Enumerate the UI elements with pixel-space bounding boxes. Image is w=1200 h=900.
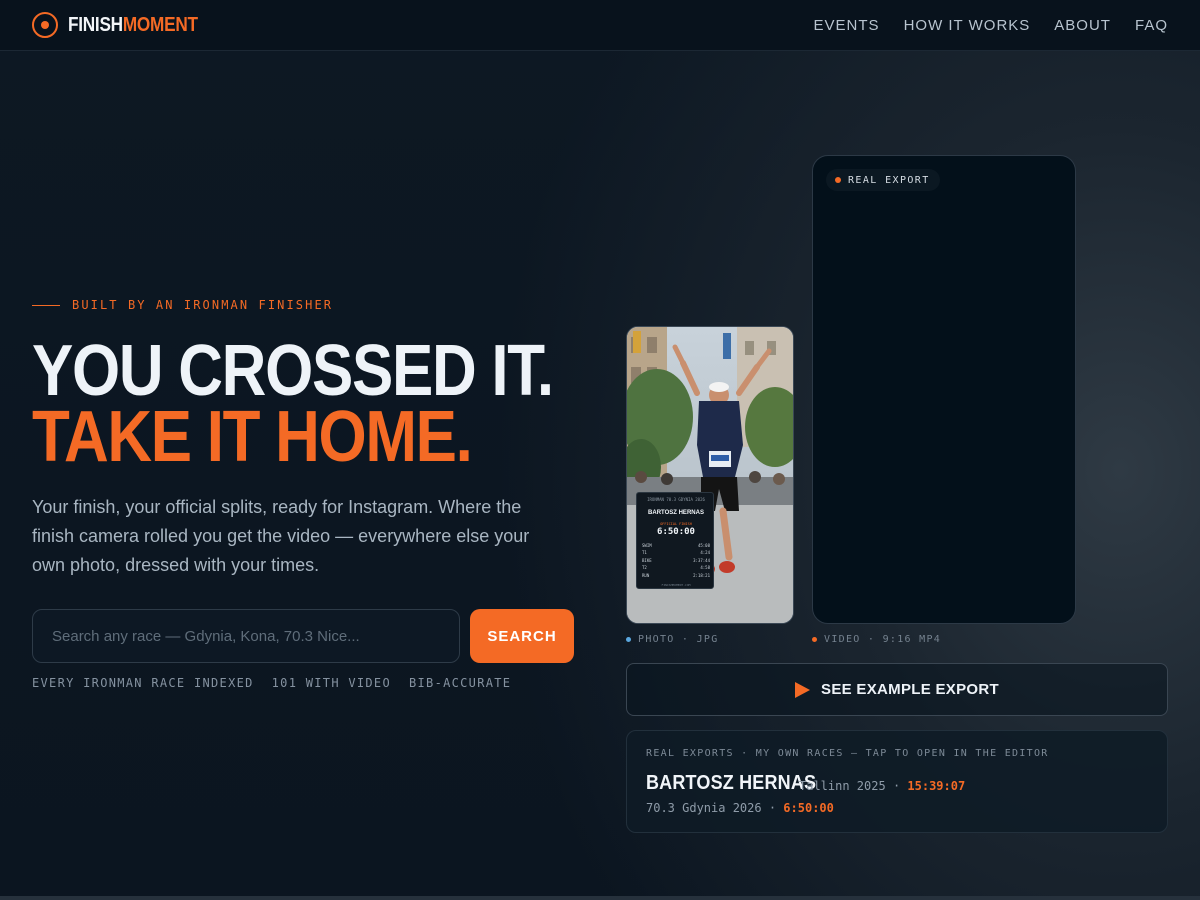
brand-name-part1: FINISH	[68, 13, 123, 36]
race-search-box	[32, 609, 460, 663]
export-separator: ·	[892, 779, 901, 793]
split-leg: RUN	[642, 572, 650, 578]
headline-line-2: TAKE IT HOME.	[32, 397, 473, 477]
split-leg: BIKE	[642, 557, 652, 563]
overlay-footer: FINISHMOMENT.COM	[661, 583, 691, 587]
split-row: RUN 2:18:21	[642, 573, 710, 580]
stat-indexed: EVERY IRONMAN RACE INDEXED	[32, 676, 254, 690]
nav-how-it-works[interactable]: HOW IT WORKS	[904, 17, 1031, 34]
overlay-splits: SWIM 45:08 T1 4:24 BIKE 3:37:44 T2 4:58 RUN 2…	[642, 543, 710, 580]
split-row: T1 4:24	[642, 550, 710, 557]
exports-athlete-name: BARTOSZ HERNAS	[646, 772, 817, 794]
top-navigation-bar: FINISHMOMENT EVENTS HOW IT WORKS ABOUT F…	[0, 0, 1200, 51]
see-example-export-button[interactable]: SEE EXAMPLE EXPORT	[626, 663, 1168, 716]
overlay-race-title: IRONMAN 70.3 GDYNIA 2026	[647, 497, 705, 502]
split-time: 45:08	[697, 543, 710, 548]
export-time: 15:39:07	[907, 779, 966, 793]
export-race: Tallinn 2025	[799, 779, 886, 793]
export-entry-gdynia[interactable]: 70.3 Gdynia 2026 · 6:50:00	[646, 801, 834, 815]
split-time: 3:37:44	[693, 557, 710, 563]
nav-about[interactable]: ABOUT	[1054, 17, 1111, 34]
export-race: 70.3 Gdynia 2026	[646, 801, 762, 815]
eyebrow-rule	[32, 304, 60, 306]
headline-line-1: YOU CROSSED IT.	[32, 331, 554, 411]
video-export-preview[interactable]	[812, 155, 1076, 624]
real-exports-card[interactable]: REAL EXPORTS · MY OWN RACES — TAP TO OPE…	[626, 730, 1168, 833]
example-button-label: SEE EXAMPLE EXPORT	[821, 681, 999, 698]
overlay-finish-label: OFFICIAL FINISH	[660, 522, 692, 526]
hero-description: Your finish, your official splits, ready…	[32, 497, 530, 575]
photo-dot-icon	[626, 637, 631, 642]
export-separator: ·	[768, 801, 777, 815]
nav-faq[interactable]: FAQ	[1135, 17, 1168, 34]
split-row: BIKE 3:37:44	[642, 558, 710, 565]
photo-export-preview[interactable]: IRONMAN 70.3 GDYNIA 2026 BARTOSZ HERNAS …	[626, 326, 794, 624]
search-button[interactable]: SEARCH	[470, 609, 574, 663]
split-leg: T1	[642, 550, 647, 556]
split-leg: T2	[642, 565, 647, 571]
real-export-badge: REAL EXPORT	[826, 169, 940, 191]
play-icon	[795, 681, 811, 698]
stat-bib-accurate: BIB-ACCURATE	[409, 676, 512, 690]
hero-headline: YOU CROSSED IT. TAKE IT HOME.	[32, 331, 554, 477]
split-row: SWIM 45:08	[642, 543, 710, 550]
target-icon	[32, 12, 58, 38]
stat-video: 101 WITH VIDEO	[271, 676, 391, 690]
brand-logo[interactable]: FINISHMOMENT	[32, 12, 219, 38]
badge-label: REAL EXPORT	[848, 174, 930, 186]
brand-name-part2: MOMENT	[122, 13, 198, 36]
live-dot-icon	[835, 177, 841, 183]
brand-name: FINISHMOMENT	[68, 14, 198, 37]
video-dot-icon	[812, 637, 817, 642]
export-entry-tallinn[interactable]: Tallinn 2025 · 15:39:07	[799, 779, 965, 793]
race-search-input[interactable]	[52, 627, 440, 645]
photo-caption: PHOTO · JPG	[626, 634, 719, 645]
split-time: 4:24	[700, 550, 710, 556]
photo-caption-text: PHOTO · JPG	[638, 634, 719, 645]
nav-events[interactable]: EVENTS	[814, 17, 880, 34]
eyebrow-text: BUILT BY AN IRONMAN FINISHER	[72, 298, 334, 312]
split-time: 2:18:21	[693, 572, 710, 578]
search-stats: EVERY IRONMAN RACE INDEXED 101 WITH VIDE…	[32, 676, 511, 690]
split-leg: SWIM	[642, 543, 652, 548]
split-time: 4:58	[700, 565, 710, 571]
overlay-athlete-name: BARTOSZ HERNAS	[648, 510, 704, 516]
split-row: T2 4:58	[642, 565, 710, 572]
splits-overlay: IRONMAN 70.3 GDYNIA 2026 BARTOSZ HERNAS …	[636, 492, 714, 589]
video-caption-text: VIDEO · 9:16 MP4	[824, 634, 942, 645]
overlay-finish-time: 6:50:00	[657, 527, 695, 537]
export-time: 6:50:00	[783, 801, 834, 815]
hero-eyebrow: BUILT BY AN IRONMAN FINISHER	[32, 298, 333, 312]
video-caption: VIDEO · 9:16 MP4	[812, 634, 941, 645]
bottom-divider	[0, 896, 1200, 900]
exports-label: REAL EXPORTS · MY OWN RACES — TAP TO OPE…	[646, 748, 1049, 759]
main-nav: EVENTS HOW IT WORKS ABOUT FAQ	[814, 0, 1168, 51]
